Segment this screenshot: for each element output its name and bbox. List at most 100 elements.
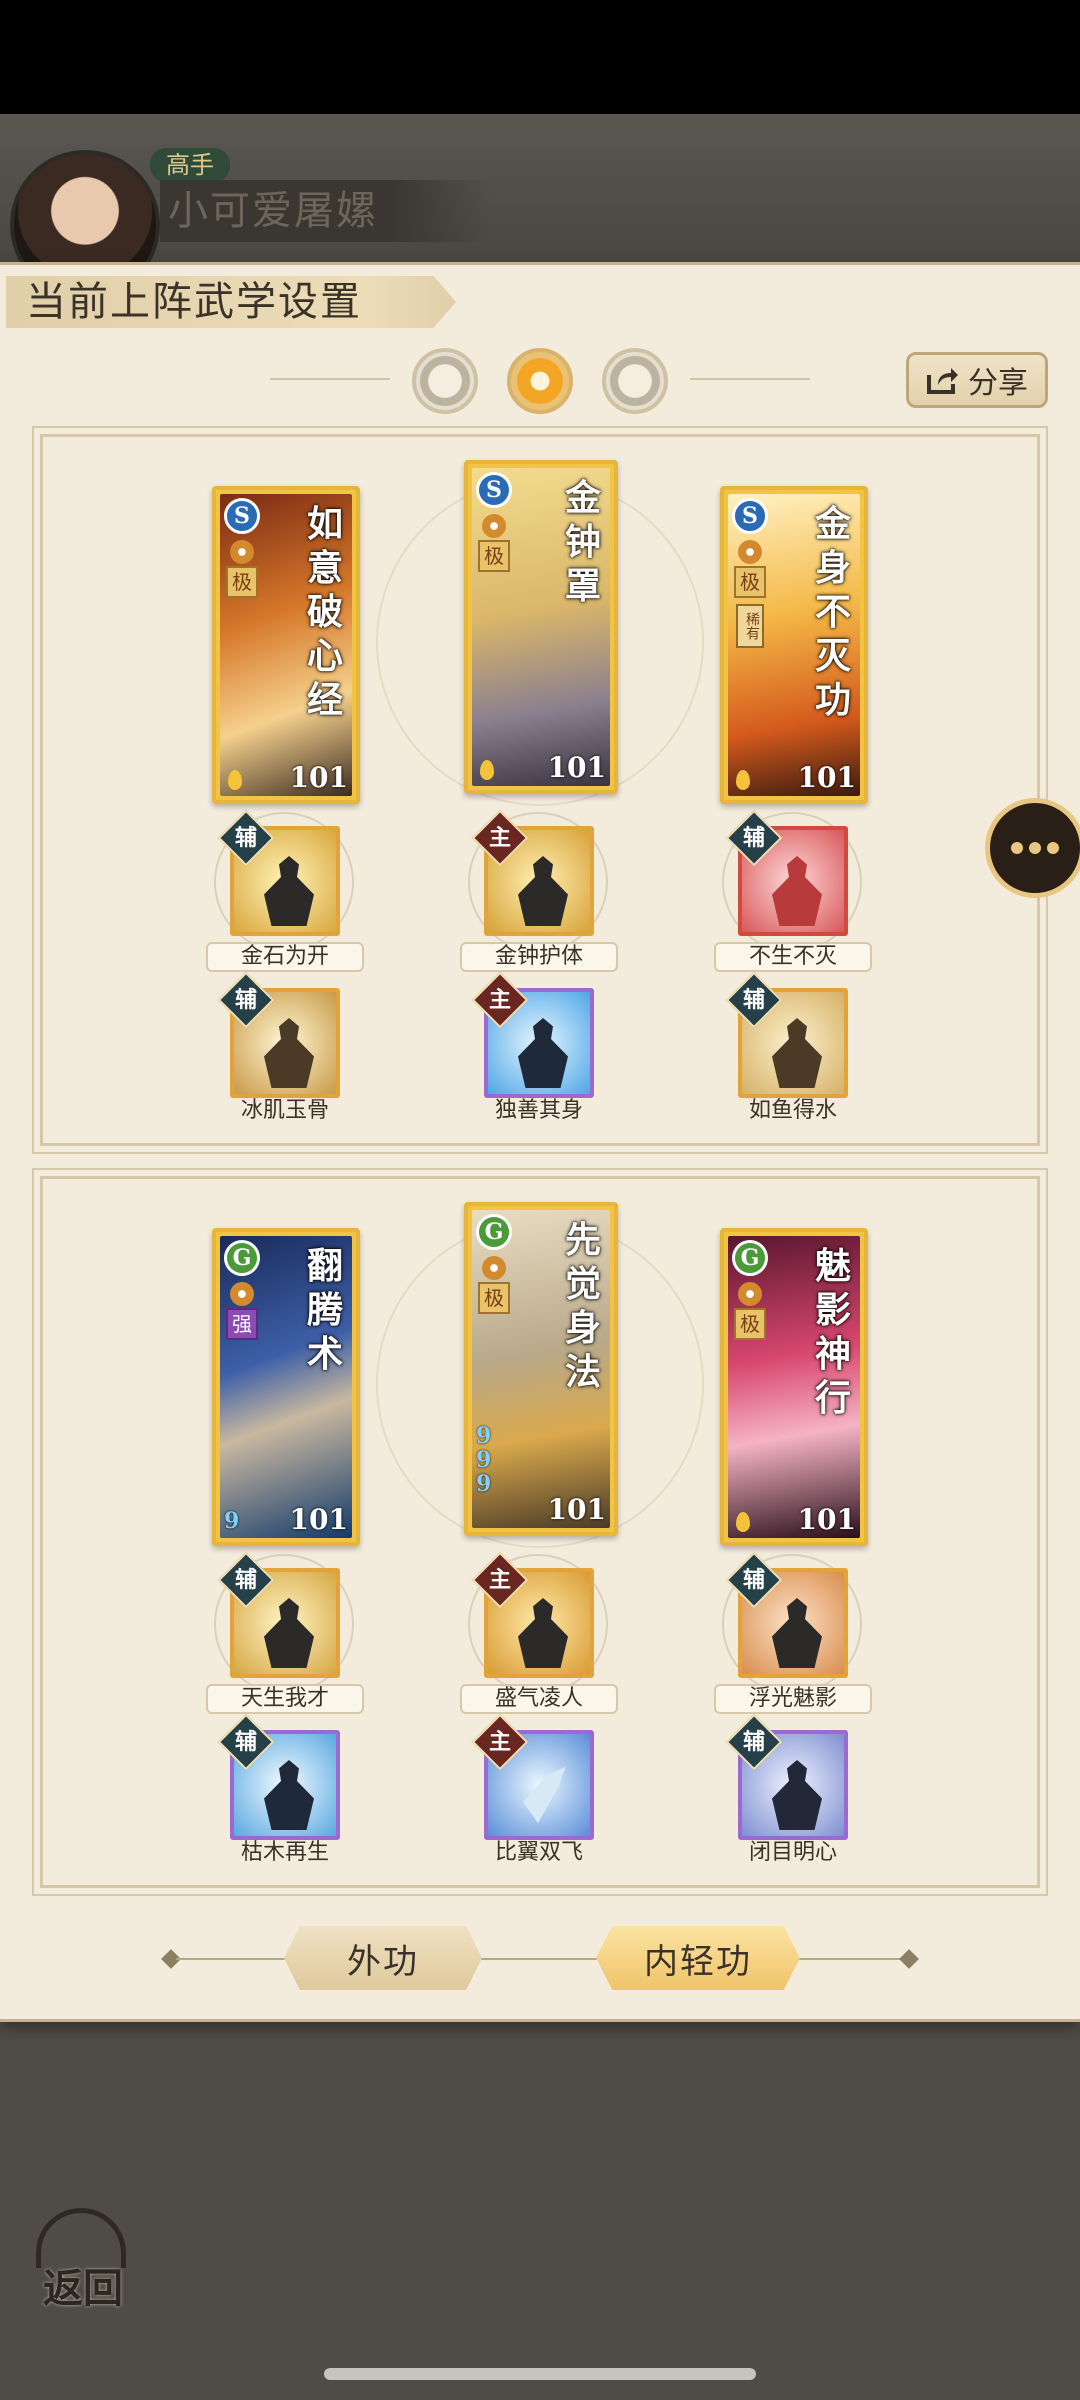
skill-card[interactable]: G 极 先觉身法 999 101 [464,1202,618,1536]
meditation-figure-icon [772,1760,822,1830]
page-title: 当前上阵武学设置 [26,279,362,325]
passive-skill[interactable]: 辅 [217,971,340,1098]
divider-line [270,378,390,380]
flame-icon [736,770,750,790]
divider-line [176,1958,286,1960]
wings-icon [523,1767,566,1823]
share-button[interactable]: 分享 [906,352,1048,408]
lightness-type-icon: G [476,1214,512,1250]
role-label: 辅 [234,1729,257,1755]
card-name: 金身不灭功 [814,503,851,721]
skill-label: 不生不灭 [714,942,872,972]
skill-label: 盛气凌人 [460,1684,618,1714]
passive-skill[interactable]: 主 [471,971,594,1098]
skill-label: 天生我才 [206,1684,364,1714]
skill-label: 独善其身 [494,1098,583,1123]
skill-label: 金钟护体 [460,942,618,972]
shadow-dancer-icon [772,1598,822,1668]
passive-skill[interactable]: 辅 [722,809,862,952]
imposing-figure-icon [518,1598,568,1668]
card-level: 101 [289,761,348,794]
role-label: 主 [488,825,511,851]
passive-skill[interactable]: 辅 [214,1551,354,1694]
grade-badge: 极 [478,1282,510,1314]
jade-figure-icon [264,1018,314,1088]
water-figure-icon [772,1018,822,1088]
skill-card[interactable]: G 强 翻腾术 9 101 [212,1228,360,1546]
flame-icon [228,770,242,790]
card-level: 101 [289,1503,348,1536]
sun-icon [738,540,762,564]
sun-icon [738,1282,762,1306]
chat-dot [1011,842,1023,854]
role-label: 主 [488,1729,511,1755]
player-rank-badge: 高手 [150,148,230,182]
passive-skill[interactable]: 辅 [217,1713,340,1840]
skill-label: 比翼双飞 [494,1840,583,1865]
card-level: 101 [797,761,856,794]
share-icon [927,368,958,394]
rare-badge: 稀有 [736,604,764,648]
skill-label: 金石为开 [206,942,364,972]
card-name: 金钟罩 [564,477,601,607]
home-indicator[interactable] [324,2368,756,2380]
flame-icon [736,1512,750,1532]
role-label: 辅 [742,1729,765,1755]
skill-card[interactable]: S 极 稀有 金身不灭功 101 [720,486,868,804]
back-button[interactable]: 返回 [28,2210,138,2320]
immortal-figure-icon [772,856,822,926]
sun-icon [230,1282,254,1306]
tab-inner-lightness-arts[interactable]: 内轻功 [596,1926,800,1990]
grade-badge: 极 [734,1308,766,1340]
chat-dot [1029,842,1041,854]
role-label: 辅 [742,825,765,851]
card-name: 如意破心经 [306,503,343,721]
skill-card[interactable]: G 极 魅影神行 101 [720,1228,868,1546]
grade-badge: 极 [478,540,510,572]
internal-type-icon: S [476,472,512,508]
skill-label: 浮光魅影 [714,1684,872,1714]
passive-skill[interactable]: 主 [468,1551,608,1694]
sun-icon [482,1256,506,1280]
role-label: 辅 [234,987,257,1013]
passive-skill[interactable]: 辅 [725,971,848,1098]
skill-label: 闭目明心 [748,1840,837,1865]
player-name: 小可爱屠嫘 [160,180,490,242]
chat-button[interactable] [985,798,1080,898]
role-label: 辅 [742,987,765,1013]
chat-dot [1047,842,1059,854]
internal-type-icon: S [732,498,768,534]
grade-badge: 极 [226,566,258,598]
skill-card[interactable]: S 极 如意破心经 101 [212,486,360,804]
lightness-type-icon: G [224,1240,260,1276]
page-dot-moon[interactable] [412,348,478,414]
passive-skill[interactable]: 主 [471,1713,594,1840]
role-label: 主 [488,987,511,1013]
passive-skill[interactable]: 辅 [214,809,354,952]
passive-skill[interactable]: 主 [468,809,608,952]
page-dot-ring[interactable] [602,348,668,414]
role-label: 辅 [234,825,257,851]
internal-type-icon: S [224,498,260,534]
grade-badge: 强 [226,1308,258,1340]
skill-label: 如鱼得水 [748,1098,837,1123]
card-name: 翻腾术 [306,1245,343,1375]
skill-card[interactable]: S 极 金钟罩 101 [464,460,618,794]
card-name: 先觉身法 [564,1219,601,1393]
bell-guard-figure-icon [518,856,568,926]
card-level: 101 [547,751,606,784]
card-level: 101 [547,1493,606,1526]
sun-icon [230,540,254,564]
solitary-figure-icon [518,1018,568,1088]
tab-outer-martial-arts[interactable]: 外功 [284,1926,482,1990]
passive-skill[interactable]: 辅 [725,1713,848,1840]
passive-skill[interactable]: 辅 [722,1551,862,1694]
skill-label: 冰肌玉骨 [240,1098,329,1123]
sun-icon [482,514,506,538]
divider-line [480,1958,598,1960]
meditating-figure-icon [264,856,314,926]
page-dot-sun-active[interactable] [507,348,573,414]
qi-counter: 9 [224,1508,240,1534]
flame-icon [480,760,494,780]
withered-tree-icon [264,1760,314,1830]
